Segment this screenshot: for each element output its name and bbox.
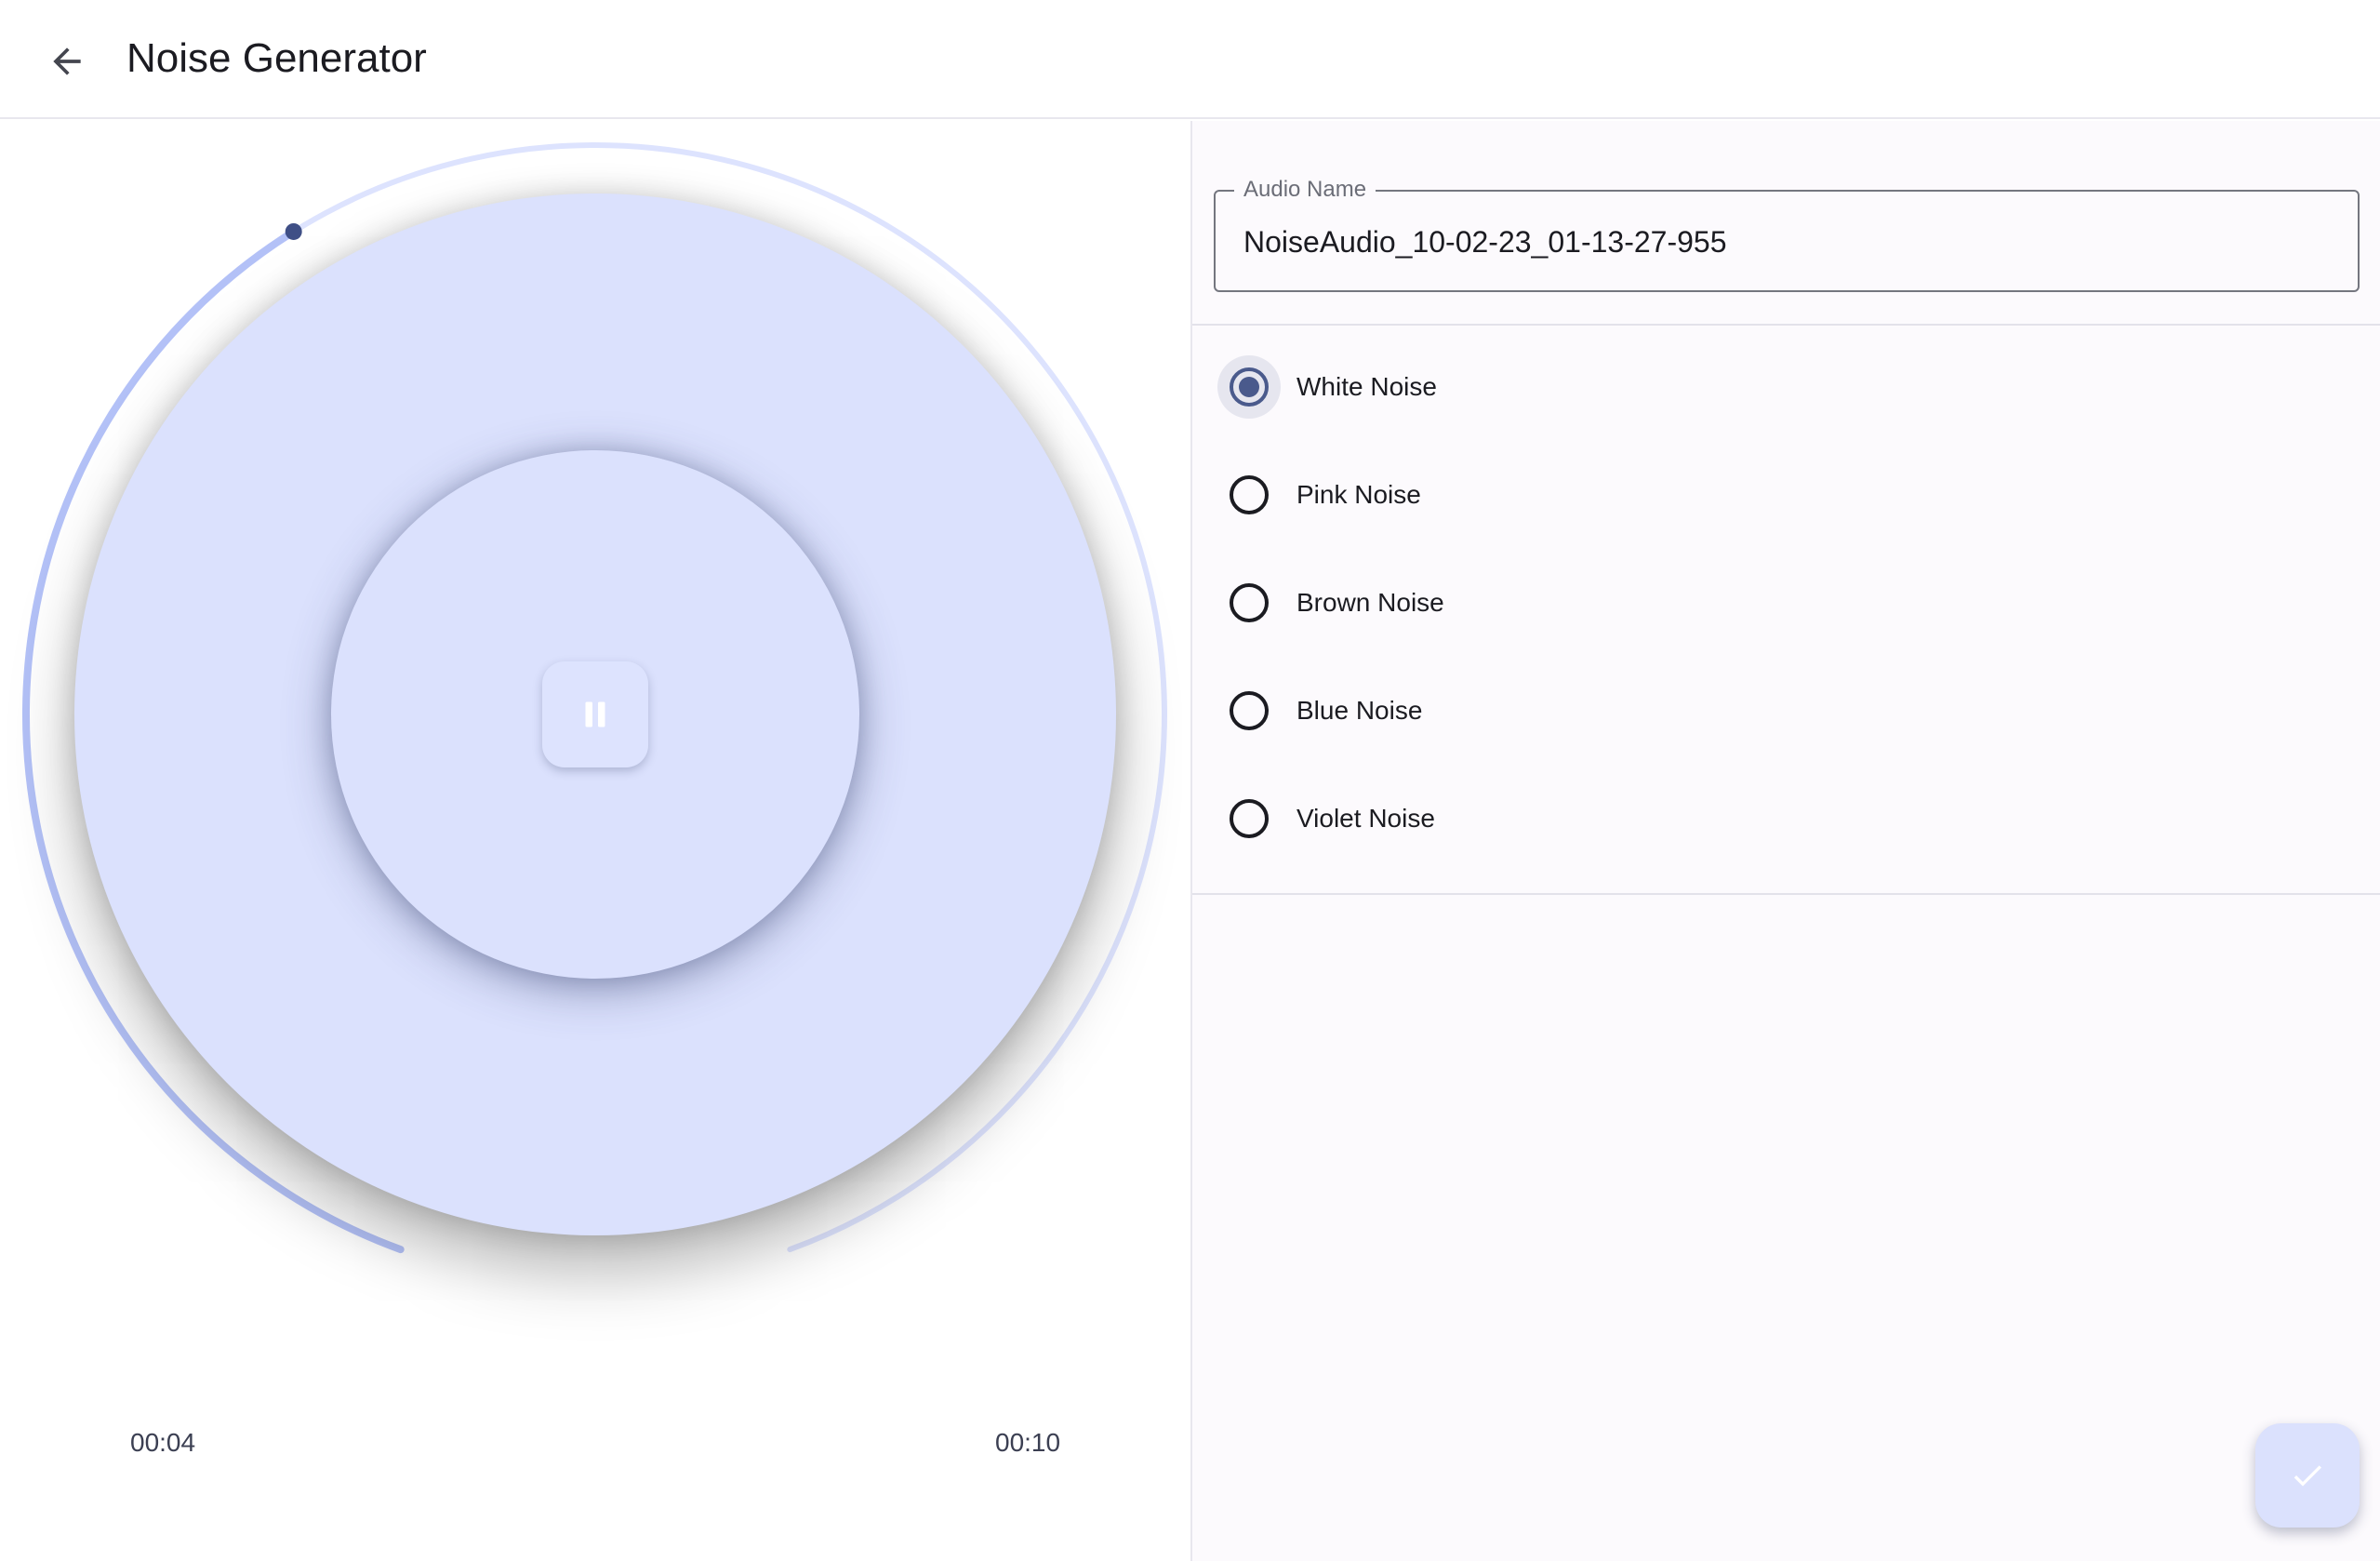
radio-option-blue-noise[interactable]: Blue Noise	[1192, 659, 2380, 763]
elapsed-time: 00:04	[130, 1428, 196, 1457]
divider	[1192, 893, 2380, 895]
progress-thumb[interactable]	[285, 222, 302, 240]
radio-button[interactable]	[1230, 583, 1269, 622]
radio-option-pink-noise[interactable]: Pink Noise	[1192, 443, 2380, 547]
audio-name-field[interactable]: Audio Name NoiseAudio_10-02-23_01-13-27-…	[1214, 177, 2360, 292]
total-time: 00:10	[995, 1428, 1061, 1457]
player-panel: 00:04 00:10	[0, 121, 1190, 1561]
save-fab-button[interactable]	[2255, 1423, 2360, 1528]
back-button[interactable]	[30, 24, 104, 99]
radio-label: Violet Noise	[1296, 804, 1435, 833]
app-root: Noise Generator 00:04 00:10 Audio Name N…	[0, 0, 2380, 1561]
divider	[1192, 324, 2380, 326]
audio-name-label: Audio Name	[1234, 177, 1376, 203]
radio-option-brown-noise[interactable]: Brown Noise	[1192, 551, 2380, 655]
radio-option-white-noise[interactable]: White Noise	[1192, 335, 2380, 439]
radio-label: Brown Noise	[1296, 588, 1444, 617]
settings-panel: Audio Name NoiseAudio_10-02-23_01-13-27-…	[1192, 121, 2380, 1561]
radio-label: Pink Noise	[1296, 480, 1421, 509]
radio-button[interactable]	[1230, 691, 1269, 730]
radio-label: White Noise	[1296, 372, 1437, 401]
radio-option-violet-noise[interactable]: Violet Noise	[1192, 767, 2380, 871]
page-title: Noise Generator	[126, 35, 427, 81]
top-app-bar: Noise Generator	[0, 0, 2380, 119]
audio-name-input[interactable]: NoiseAudio_10-02-23_01-13-27-955	[1243, 225, 1726, 260]
pause-button[interactable]	[542, 661, 648, 767]
radio-button[interactable]	[1230, 367, 1269, 407]
radio-button[interactable]	[1230, 475, 1269, 514]
arrow-back-icon	[53, 47, 81, 75]
check-icon	[2294, 1465, 2321, 1487]
pause-icon	[585, 701, 605, 727]
radio-button[interactable]	[1230, 799, 1269, 838]
radio-label: Blue Noise	[1296, 696, 1423, 725]
